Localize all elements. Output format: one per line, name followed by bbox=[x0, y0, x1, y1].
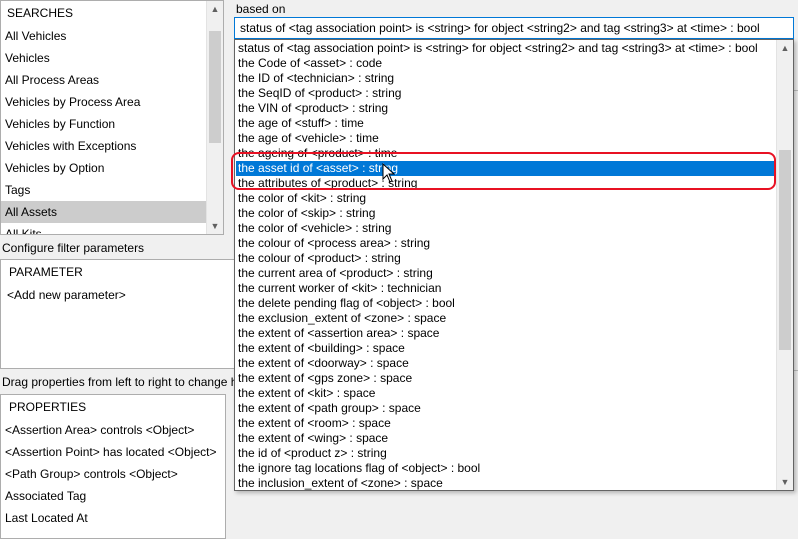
dropdown-option[interactable]: the extent of <room> : space bbox=[236, 416, 775, 431]
searches-scrollbar[interactable]: ▲ ▼ bbox=[206, 1, 223, 234]
search-item[interactable]: Tags bbox=[1, 179, 207, 201]
dropdown-option[interactable]: the extent of <wing> : space bbox=[236, 431, 775, 446]
highlight-ring bbox=[231, 152, 776, 190]
searches-items: All Vehicles Vehicles All Process Areas Veh… bbox=[1, 25, 223, 234]
dropdown-option[interactable]: the age of <stuff> : time bbox=[236, 116, 775, 131]
dropdown-items: status of <tag association point> is <st… bbox=[236, 41, 775, 490]
based-on-value: status of <tag association point> is <st… bbox=[240, 21, 760, 35]
add-parameter-item[interactable]: <Add new parameter> bbox=[1, 284, 237, 306]
searches-header: SEARCHES bbox=[7, 6, 74, 20]
scroll-thumb[interactable] bbox=[779, 150, 791, 350]
scroll-up-icon[interactable]: ▲ bbox=[207, 1, 223, 17]
properties-header: PROPERTIES bbox=[9, 400, 87, 414]
dropdown-option[interactable]: the color of <kit> : string bbox=[236, 191, 775, 206]
dropdown-option[interactable]: the current worker of <kit> : technician bbox=[236, 281, 775, 296]
searches-list[interactable]: SEARCHES All Vehicles Vehicles All Process… bbox=[0, 0, 224, 235]
dropdown-option[interactable]: the extent of <gps zone> : space bbox=[236, 371, 775, 386]
dropdown-option[interactable]: the id of <product z> : string bbox=[236, 446, 775, 461]
based-on-combobox[interactable]: status of <tag association point> is <st… bbox=[234, 17, 794, 39]
dropdown-option[interactable]: the extent of <doorway> : space bbox=[236, 356, 775, 371]
filter-label: Configure filter parameters bbox=[2, 241, 145, 255]
parameter-list[interactable]: PARAMETER <Add new parameter> bbox=[0, 259, 238, 369]
dropdown-option[interactable]: the current area of <product> : string bbox=[236, 266, 775, 281]
scroll-thumb[interactable] bbox=[209, 31, 221, 143]
search-item[interactable]: All Kits bbox=[1, 223, 207, 234]
cursor-arrow-icon bbox=[382, 163, 396, 183]
dropdown-option[interactable]: the ignore tag locations flag of <object… bbox=[236, 461, 775, 476]
based-on-label: based on bbox=[236, 2, 286, 16]
search-item[interactable]: Vehicles by Option bbox=[1, 157, 207, 179]
properties-label: Drag properties from left to right to ch… bbox=[2, 375, 236, 389]
dropdown-option[interactable]: the Code of <asset> : code bbox=[236, 56, 775, 71]
search-item[interactable]: All Assets bbox=[1, 201, 207, 223]
search-item[interactable]: Vehicles with Exceptions bbox=[1, 135, 207, 157]
property-item[interactable]: <Assertion Area> controls <Object> bbox=[1, 419, 225, 441]
dropdown-option[interactable]: the extent of <kit> : space bbox=[236, 386, 775, 401]
dropdown-option[interactable]: the age of <vehicle> : time bbox=[236, 131, 775, 146]
dropdown-scrollbar[interactable]: ▲ ▼ bbox=[776, 40, 793, 490]
dropdown-option[interactable]: the extent of <assertion area> : space bbox=[236, 326, 775, 341]
dropdown-option[interactable]: the exclusion_extent of <zone> : space bbox=[236, 311, 775, 326]
dropdown-option[interactable]: the color of <vehicle> : string bbox=[236, 221, 775, 236]
dropdown-option[interactable]: the color of <skip> : string bbox=[236, 206, 775, 221]
dropdown-option[interactable]: the VIN of <product> : string bbox=[236, 101, 775, 116]
property-item[interactable]: <Assertion Point> has located <Object> bbox=[1, 441, 225, 463]
dropdown-option[interactable]: the delete pending flag of <object> : bo… bbox=[236, 296, 775, 311]
search-item[interactable]: All Vehicles bbox=[1, 25, 207, 47]
dropdown-option[interactable]: the ID of <technician> : string bbox=[236, 71, 775, 86]
search-item[interactable]: Vehicles bbox=[1, 47, 207, 69]
properties-items: <Assertion Area> controls <Object> <Asser… bbox=[1, 419, 225, 529]
scroll-down-icon[interactable]: ▼ bbox=[207, 218, 223, 234]
dropdown-option[interactable]: the inclusion_extent of <zone> : space bbox=[236, 476, 775, 490]
parameter-header: PARAMETER bbox=[9, 265, 83, 279]
search-item[interactable]: Vehicles by Function bbox=[1, 113, 207, 135]
property-item[interactable]: <Path Group> controls <Object> bbox=[1, 463, 225, 485]
scroll-up-icon[interactable]: ▲ bbox=[777, 40, 793, 56]
dropdown-option[interactable]: the colour of <process area> : string bbox=[236, 236, 775, 251]
property-item[interactable]: Last Located At bbox=[1, 507, 225, 529]
dropdown-option[interactable]: the extent of <building> : space bbox=[236, 341, 775, 356]
search-item[interactable]: All Process Areas bbox=[1, 69, 207, 91]
search-item[interactable]: Vehicles by Process Area bbox=[1, 91, 207, 113]
dropdown-option[interactable]: the colour of <product> : string bbox=[236, 251, 775, 266]
dropdown-option[interactable]: the SeqID of <product> : string bbox=[236, 86, 775, 101]
dropdown-option[interactable]: the extent of <path group> : space bbox=[236, 401, 775, 416]
properties-list[interactable]: PROPERTIES <Assertion Area> controls <Ob… bbox=[0, 394, 226, 539]
scroll-down-icon[interactable]: ▼ bbox=[777, 474, 793, 490]
based-on-dropdown[interactable]: status of <tag association point> is <st… bbox=[234, 39, 794, 491]
dropdown-option[interactable]: status of <tag association point> is <st… bbox=[236, 41, 775, 56]
property-item[interactable]: Associated Tag bbox=[1, 485, 225, 507]
